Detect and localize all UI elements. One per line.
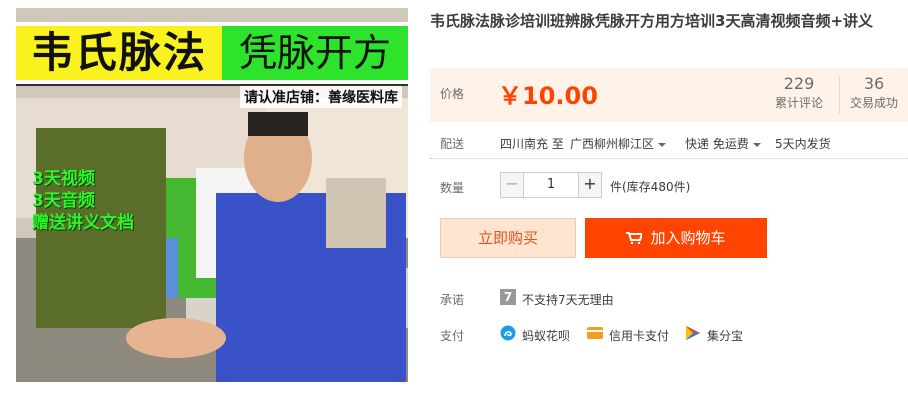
chevron-down-icon [752, 142, 761, 147]
payment-huabei[interactable]: 蚂蚁花呗 [522, 327, 570, 344]
quantity-input[interactable]: 1 [524, 172, 578, 198]
huabei-icon [500, 325, 516, 341]
ship-time: 5天内发货 [775, 137, 831, 151]
shipping-method-select[interactable]: 快递 免运费 [685, 135, 761, 152]
add-to-cart-label: 加入购物车 [650, 229, 726, 247]
shipping-destination: 广西柳州柳江区 [570, 137, 655, 151]
promo-line: 3天视频 [32, 169, 95, 189]
price-value: ￥10.00 [498, 82, 598, 110]
quantity-label: 数量 [440, 181, 465, 195]
banner-right-text: 凭脉开方 [222, 26, 408, 80]
promise-label: 承诺 [440, 293, 465, 307]
banner-left-text: 韦氏脉法 [16, 26, 222, 80]
price-box: 价格 ￥10.00 229 累计评论 36 交易成功 [430, 68, 908, 122]
payment-label: 支付 [440, 329, 465, 343]
shop-note: 请认准店铺：善缘医料库 [240, 86, 402, 108]
reviews-stat[interactable]: 229 累计评论 [775, 74, 823, 112]
deals-stat: 36 交易成功 [850, 74, 898, 112]
reviews-count: 229 [783, 74, 815, 93]
product-title: 韦氏脉法脉诊培训班辨脉凭脉开方用方培训3天高清视频音频+讲义 [430, 12, 874, 30]
jifenbao-icon [686, 326, 700, 340]
shipping-from: 四川南充 至 [500, 137, 564, 151]
quantity-minus-button[interactable]: − [500, 172, 524, 198]
seven-day-icon: 7 [500, 289, 516, 305]
promo-text: 3天视频 3天音频 赠送讲义文档 [32, 168, 134, 234]
shipping-label: 配送 [440, 137, 465, 151]
deals-count: 36 [863, 74, 885, 93]
image-banner: 韦氏脉法 凭脉开方 [16, 22, 408, 86]
credit-card-icon [587, 327, 603, 339]
deals-label: 交易成功 [850, 96, 899, 110]
promo-line: 赠送讲义文档 [32, 213, 134, 233]
product-image[interactable]: 韦氏脉法 凭脉开方 请认准店铺：善缘医料库 3天视频 3天音频 赠送讲义文档 [16, 8, 408, 382]
add-to-cart-button[interactable]: 加入购物车 [585, 218, 767, 258]
payment-credit-card[interactable]: 信用卡支付 [609, 327, 669, 344]
promo-line: 3天音频 [32, 191, 95, 211]
price-label: 价格 [440, 87, 465, 101]
shipping-method: 快递 免运费 [685, 137, 749, 151]
promise-text: 不支持7天无理由 [522, 293, 614, 307]
quantity-plus-button[interactable]: + [578, 172, 602, 198]
shipping-destination-select[interactable]: 广西柳州柳江区 [570, 135, 667, 152]
stock-info: 件(库存480件) [610, 180, 691, 194]
shipping-row: 配送 四川南充 至 广西柳州柳江区 快递 免运费 5天内发货 [430, 126, 908, 159]
cart-icon [626, 232, 643, 244]
chevron-down-icon [658, 142, 667, 147]
buy-now-button[interactable]: 立即购买 [440, 218, 576, 258]
stat-divider [839, 76, 840, 114]
payment-jifenbao[interactable]: 集分宝 [707, 327, 743, 344]
reviews-label: 累计评论 [775, 96, 824, 110]
